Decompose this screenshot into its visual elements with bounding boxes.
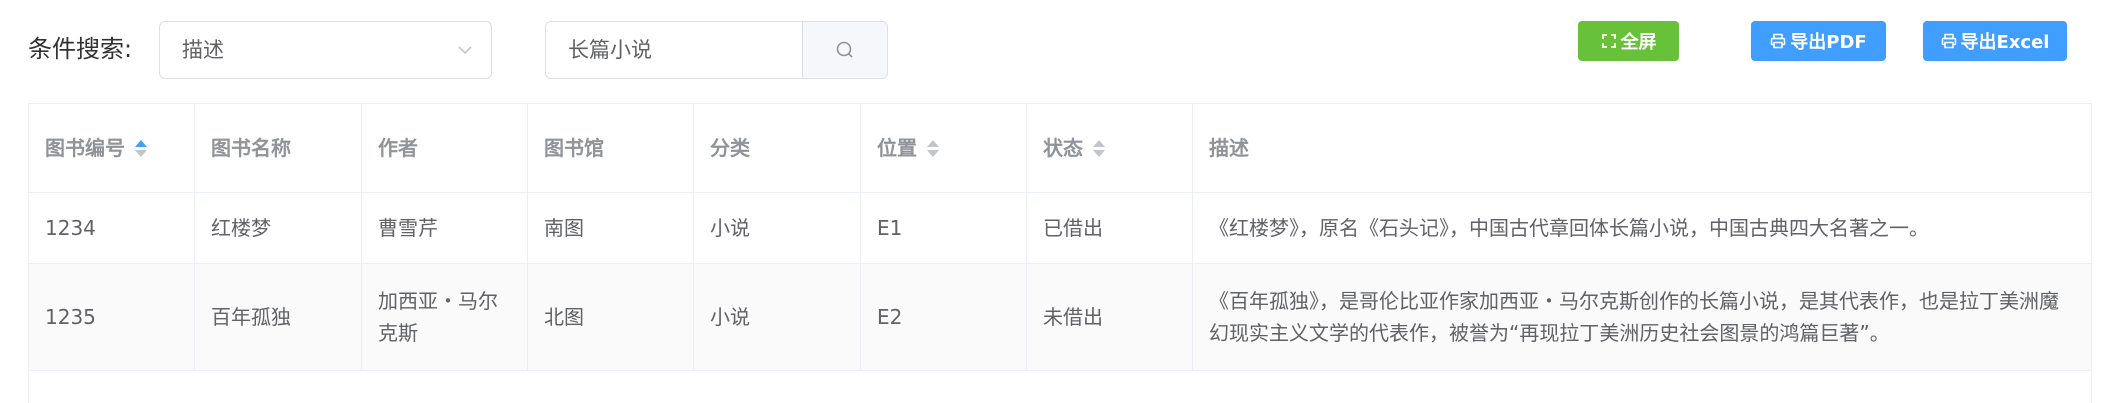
books-table: 图书编号 图书名称 作者 图书馆 分类 位置 状态 描述 1234 红楼梦 曹雪… [28, 103, 2092, 403]
cell-description: 《百年孤独》，是哥伦比亚作家加西亚・马尔克斯创作的长篇小说，是其代表作，也是拉丁… [1209, 289, 2059, 345]
column-header-book-id[interactable]: 图书编号 [29, 104, 195, 192]
cell-location: E2 [861, 264, 1027, 370]
cell-category: 小说 [694, 193, 861, 263]
table-row[interactable]: 1234 红楼梦 曹雪芹 南图 小说 E1 已借出 《红楼梦》，原名《石头记》，… [29, 193, 2091, 264]
column-header-author: 作者 [362, 104, 528, 192]
library-page: 条件搜索: 描述 长篇小说 全屏 导出PDF 导出Excel 图书编号 图书名称… [0, 0, 2112, 403]
fullscreen-button[interactable]: 全屏 [1578, 21, 1679, 61]
cell-book-name: 百年孤独 [195, 264, 362, 370]
column-header-status[interactable]: 状态 [1027, 104, 1193, 192]
search-button[interactable] [802, 22, 887, 78]
cell-category: 小说 [694, 264, 861, 370]
cell-book-name: 红楼梦 [195, 193, 362, 263]
cell-status: 未借出 [1027, 264, 1193, 370]
search-icon [836, 41, 853, 58]
cell-library: 北图 [528, 264, 694, 370]
search-box: 长篇小说 [545, 21, 888, 79]
condition-search-label: 条件搜索: [28, 35, 133, 63]
column-header-location[interactable]: 位置 [861, 104, 1027, 192]
export-pdf-label: 导出PDF [1790, 32, 1867, 53]
cell-location: E1 [861, 193, 1027, 263]
cell-library: 南图 [528, 193, 694, 263]
column-header-category: 分类 [694, 104, 861, 192]
table-row[interactable]: 1235 百年孤独 加西亚・马尔克斯 北图 小说 E2 未借出 《百年孤独》，是… [29, 264, 2091, 371]
export-pdf-button[interactable]: 导出PDF [1751, 21, 1886, 61]
cell-author: 曹雪芹 [362, 193, 528, 263]
sort-icon[interactable] [135, 139, 147, 157]
search-field-select[interactable]: 描述 [159, 21, 492, 79]
sort-icon[interactable] [927, 139, 939, 157]
cell-author: 加西亚・马尔克斯 [362, 264, 528, 370]
search-input[interactable]: 长篇小说 [568, 22, 652, 78]
column-header-library: 图书馆 [528, 104, 694, 192]
fullscreen-icon [1601, 34, 1616, 48]
search-field-select-value: 描述 [182, 38, 224, 62]
column-header-book-name: 图书名称 [195, 104, 362, 192]
cell-status: 已借出 [1027, 193, 1193, 263]
print-icon [1941, 33, 1956, 49]
sort-icon[interactable] [1093, 139, 1105, 157]
fullscreen-label: 全屏 [1620, 32, 1657, 53]
print-icon [1771, 33, 1786, 49]
table-header-row: 图书编号 图书名称 作者 图书馆 分类 位置 状态 描述 [29, 104, 2091, 193]
cell-description: 《红楼梦》，原名《石头记》，中国古代章回体长篇小说，中国古典四大名著之一。 [1209, 216, 1929, 240]
cell-book-id: 1235 [29, 264, 195, 370]
export-excel-button[interactable]: 导出Excel [1923, 21, 2067, 61]
chevron-down-icon [458, 46, 472, 55]
export-excel-label: 导出Excel [1960, 32, 2050, 53]
cell-book-id: 1234 [29, 193, 195, 263]
column-header-description: 描述 [1209, 136, 1249, 160]
